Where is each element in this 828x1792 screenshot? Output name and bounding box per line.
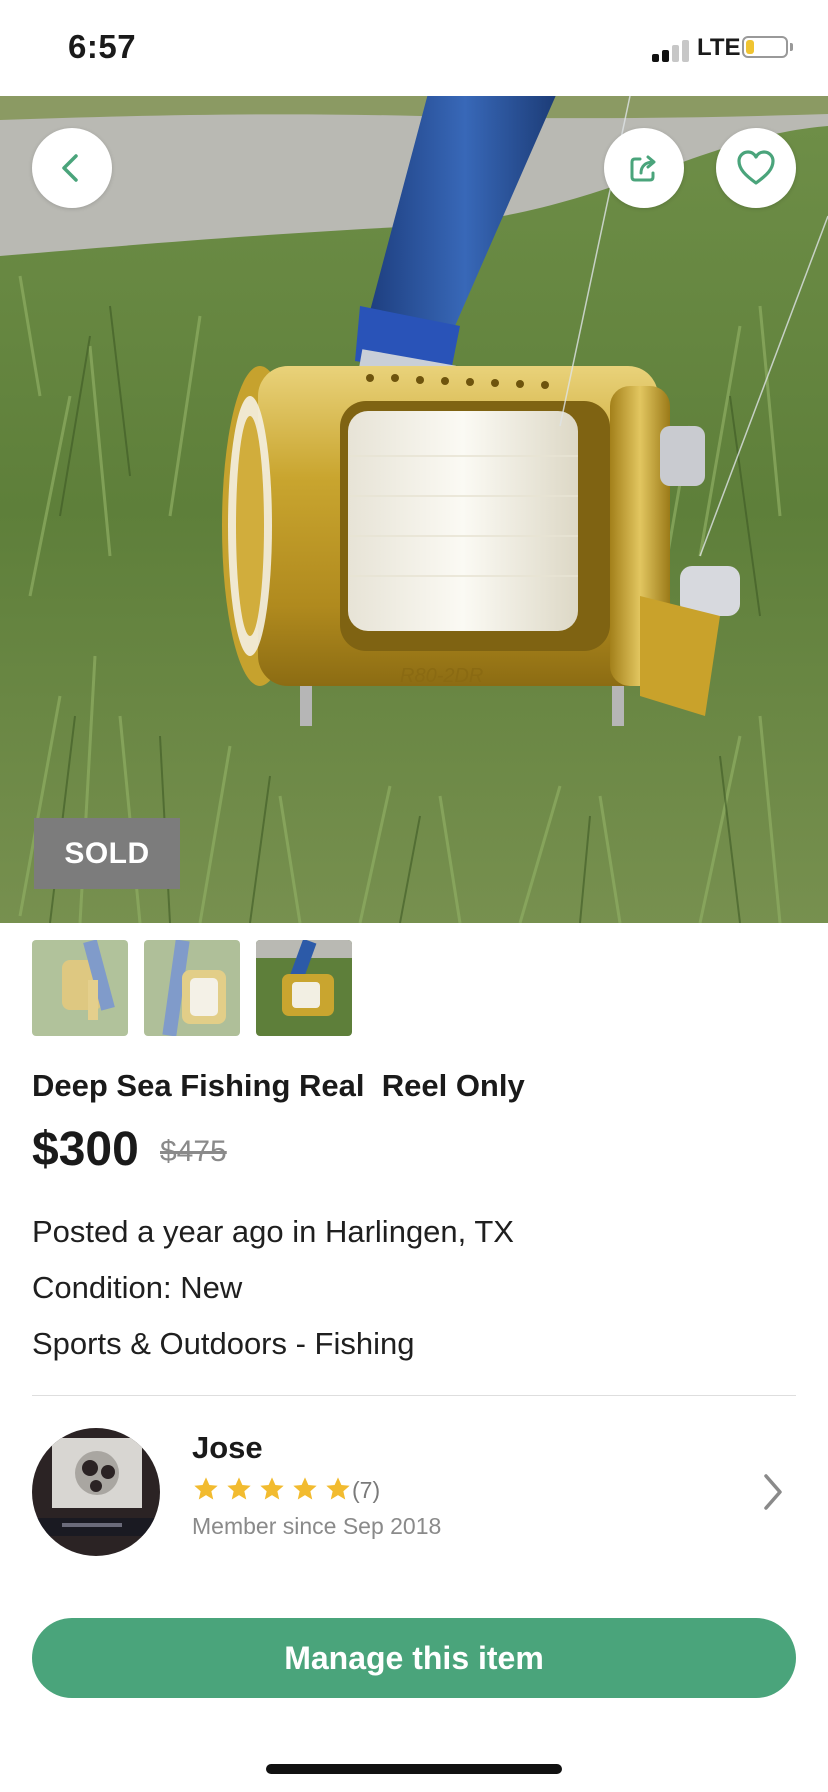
seller-name: Jose [192, 1430, 263, 1465]
thumbnail-image [144, 940, 240, 1036]
photo-thumbnails [32, 940, 352, 1036]
status-bar: 6:57 LTE [0, 0, 828, 96]
divider [32, 1395, 796, 1396]
listing-price: $300 [32, 1123, 139, 1176]
status-time: 6:57 [68, 28, 137, 65]
listing-photo[interactable]: R80-2DR [0, 96, 828, 923]
back-button[interactable] [32, 128, 112, 208]
item-condition: Condition: New [32, 1270, 243, 1305]
photo-thumbnail[interactable] [32, 940, 128, 1036]
network-type: LTE [697, 34, 741, 61]
star-icon [194, 1477, 218, 1500]
photo-thumbnail[interactable] [144, 940, 240, 1036]
home-indicator[interactable] [266, 1764, 562, 1774]
fishing-reel-photo: R80-2DR [0, 96, 828, 923]
thumbnail-image [256, 940, 352, 1036]
thumbnail-image [32, 940, 128, 1036]
seller-avatar-image [32, 1428, 160, 1556]
star-icon [260, 1477, 284, 1500]
chevron-right-icon [764, 1474, 782, 1510]
manage-item-button[interactable]: Manage this item [32, 1618, 796, 1698]
star-icon [227, 1477, 251, 1500]
seller-rating [192, 1475, 352, 1503]
avatar [32, 1428, 160, 1556]
member-since: Member since Sep 2018 [192, 1513, 442, 1539]
review-count: (7) [352, 1477, 381, 1503]
listing-title: Deep Sea Fishing Real Reel Only [32, 1068, 525, 1103]
battery-icon [742, 36, 788, 58]
favorite-button[interactable] [716, 128, 796, 208]
share-button[interactable] [604, 128, 684, 208]
posted-location: Posted a year ago in Harlingen, TX [32, 1214, 514, 1249]
sold-badge: SOLD [34, 818, 180, 889]
signal-strength-icon [652, 38, 696, 62]
share-icon [630, 155, 656, 182]
seller-profile-link[interactable] [758, 1470, 788, 1519]
star-icon [293, 1477, 317, 1500]
star-icon [326, 1477, 350, 1500]
original-price: $475 [160, 1135, 227, 1168]
photo-thumbnail-selected[interactable] [256, 940, 352, 1036]
heart-icon [737, 150, 775, 185]
item-category: Sports & Outdoors - Fishing [32, 1326, 415, 1361]
chevron-left-icon [62, 154, 78, 182]
battery-cap [790, 43, 793, 51]
svg-text:R80-2DR: R80-2DR [400, 665, 483, 687]
